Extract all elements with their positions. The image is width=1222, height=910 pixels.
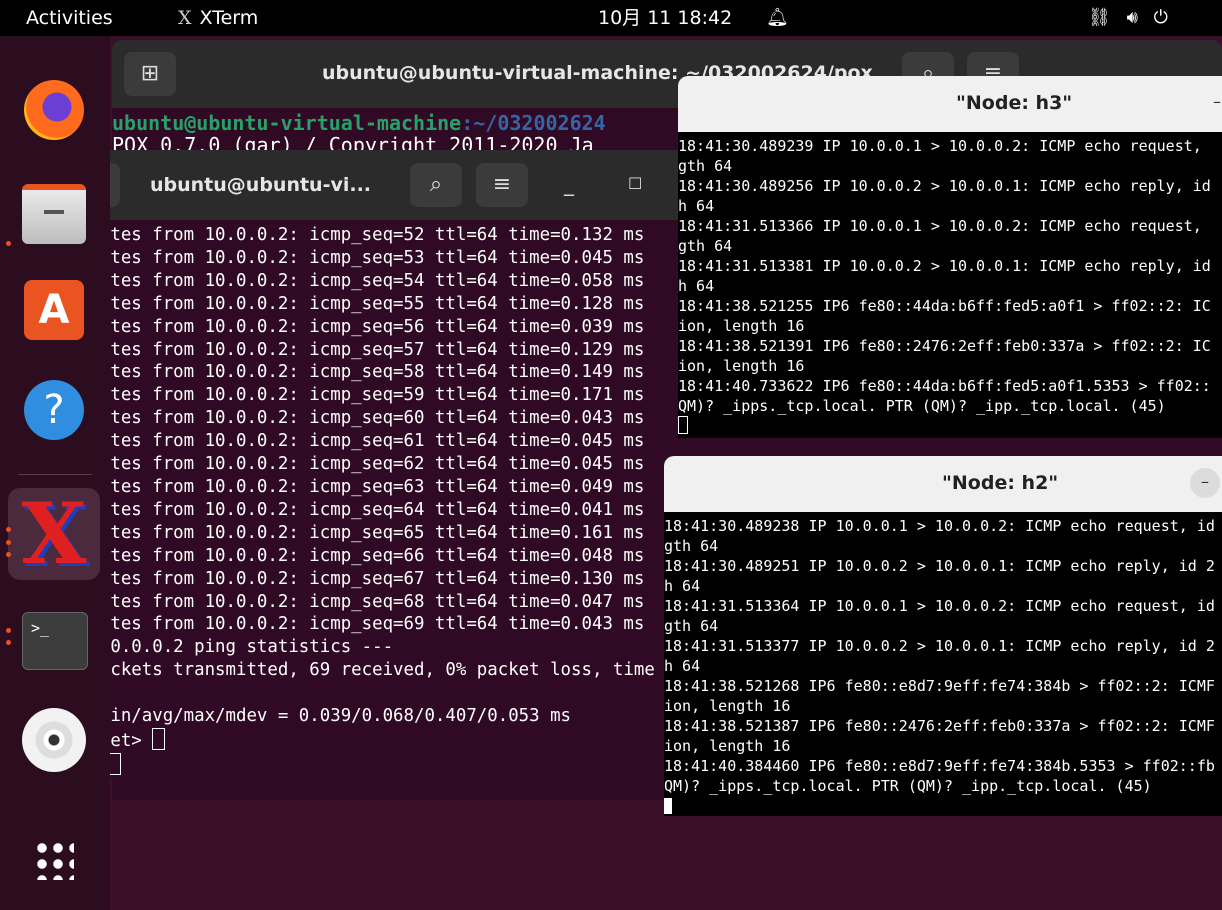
output-line: 64 bytes from 10.0.0.2: icmp_seq=58 ttl=… [58, 362, 645, 383]
terminal-output: 18:41:30.489238 IP 10.0.0.1 > 10.0.0.2: … [664, 516, 1215, 816]
output-line: 64 bytes from 10.0.0.2: icmp_seq=57 ttl=… [58, 339, 645, 360]
output-line: ion, length 16 [664, 697, 791, 715]
maximize-button[interactable]: ☐ [628, 174, 642, 193]
output-line: ion, length 16 [678, 317, 805, 335]
dock: A ? X >_ [0, 36, 110, 910]
output-line: 64 bytes from 10.0.0.2: icmp_seq=54 ttl=… [58, 270, 645, 291]
output-line: h 64 [664, 577, 701, 595]
notification-icon[interactable]: 🔔︎ [766, 0, 789, 36]
prompt-user: ubuntu@ubuntu-virtual-machine [112, 111, 462, 135]
output-line: 64 bytes from 10.0.0.2: icmp_seq=59 ttl=… [58, 385, 645, 406]
output-line: 18:41:38.521268 IP6 fe80::e8d7:9eff:fe74… [664, 677, 1215, 695]
dock-separator [18, 474, 92, 475]
output-line: ion, length 16 [664, 737, 791, 755]
xterm-window-h2[interactable]: "Node: h2" – 18:41:30.489238 IP 10.0.0.1… [664, 456, 1222, 816]
menu-button[interactable]: ≡ [476, 163, 528, 207]
cursor [678, 416, 688, 434]
output-line: 64 bytes from 10.0.0.2: icmp_seq=61 ttl=… [58, 431, 645, 452]
output-line: 64 bytes from 10.0.0.2: icmp_seq=53 ttl=… [58, 247, 645, 268]
top-bar: Activities X XTerm 10月 11 18:42 🔔︎ ⛓︎ 🔊︎ … [0, 0, 1222, 36]
running-indicator [6, 540, 11, 545]
window-title: ubuntu@ubuntu-vi... [150, 174, 372, 196]
dvd-icon[interactable] [20, 706, 88, 774]
clock[interactable]: 10月 11 18:42 [598, 0, 732, 36]
window-header[interactable]: ⊞ ubuntu@ubuntu-vi... ⌕ ≡ _ ☐ [58, 150, 778, 220]
output-line: 18:41:31.513364 IP 10.0.0.1 > 10.0.0.2: … [664, 597, 1215, 615]
new-tab-button[interactable]: ⊞ [124, 52, 176, 96]
app-menu[interactable]: X XTerm [178, 0, 258, 36]
help-icon[interactable]: ? [20, 376, 88, 444]
output-line: ion, length 16 [678, 357, 805, 375]
xterm-dock-icon[interactable]: X [8, 488, 100, 580]
window-header[interactable]: "Node: h2" – [664, 456, 1222, 512]
window-title: "Node: h2" [942, 472, 1059, 494]
firefox-icon[interactable] [20, 76, 88, 144]
cursor [664, 798, 672, 814]
terminal-output: 18:41:30.489239 IP 10.0.0.1 > 10.0.0.2: … [678, 136, 1211, 436]
output-line: 18:41:38.521387 IP6 fe80::2476:2eff:feb0… [664, 717, 1215, 735]
minimize-button[interactable]: _ [564, 172, 574, 196]
ping-stats-rtt: rtt min/avg/max/mdev = 0.039/0.068/0.407… [58, 706, 572, 727]
output-line: 18:41:40.384460 IP6 fe80::e8d7:9eff:fe74… [664, 757, 1215, 775]
power-icon: ⏻ [1153, 7, 1168, 28]
window-header[interactable]: "Node: h3" – [678, 76, 1222, 132]
output-line: QM)? _ipps._tcp.local. PTR (QM)? _ipp._t… [678, 397, 1166, 415]
running-indicator [6, 241, 11, 246]
software-store-icon[interactable]: A [20, 276, 88, 344]
network-icon: ⛓︎ [1088, 7, 1111, 28]
app-name: XTerm [199, 7, 259, 29]
running-indicator [6, 527, 11, 532]
cursor [152, 727, 166, 750]
activities-button[interactable]: Activities [26, 0, 113, 36]
minimize-button[interactable]: – [1202, 88, 1222, 118]
xterm-app-icon: X [178, 7, 192, 29]
terminal-icon[interactable]: >_ [20, 608, 88, 676]
output-line: 18:41:38.521255 IP6 fe80::44da:b6ff:fed5… [678, 297, 1211, 315]
output-line: 64 bytes from 10.0.0.2: icmp_seq=60 ttl=… [58, 408, 645, 429]
output-line: 18:41:38.521391 IP6 fe80::2476:2eff:feb0… [678, 337, 1211, 355]
output-line: 64 bytes from 10.0.0.2: icmp_seq=56 ttl=… [58, 316, 645, 337]
running-indicator [6, 640, 11, 645]
system-status-menu[interactable]: ⛓︎ 🔊︎ ⏻ [1088, 0, 1168, 36]
output-line: 64 bytes from 10.0.0.2: icmp_seq=55 ttl=… [58, 293, 645, 314]
output-line: gth 64 [678, 157, 733, 175]
ping-stats-packets: 69 packets transmitted, 69 received, 0% … [58, 660, 655, 681]
show-apps-icon[interactable] [20, 826, 88, 894]
output-line: 18:41:31.513366 IP 10.0.0.1 > 10.0.0.2: … [678, 217, 1202, 235]
minimize-button[interactable]: – [1190, 468, 1220, 498]
output-line: 18:41:40.733622 IP6 fe80::44da:b6ff:fed5… [678, 377, 1211, 395]
output-line: QM)? _ipps._tcp.local. PTR (QM)? _ipp._t… [664, 777, 1152, 795]
output-line: h 64 [664, 657, 701, 675]
output-line: 18:41:30.489239 IP 10.0.0.1 > 10.0.0.2: … [678, 137, 1202, 155]
output-line: 18:41:30.489238 IP 10.0.0.1 > 10.0.0.2: … [664, 517, 1215, 535]
output-line: gth 64 [678, 237, 733, 255]
output-line: gth 64 [664, 537, 719, 555]
output-line: h 64 [678, 197, 715, 215]
output-line: 18:41:31.513381 IP 10.0.0.2 > 10.0.0.1: … [678, 257, 1211, 275]
output-line: 18:41:31.513377 IP 10.0.0.2 > 10.0.0.1: … [664, 637, 1215, 655]
search-button[interactable]: ⌕ [410, 163, 462, 207]
output-line: 18:41:30.489256 IP 10.0.0.2 > 10.0.0.1: … [678, 177, 1211, 195]
running-indicator [6, 552, 11, 557]
output-line: gth 64 [664, 617, 719, 635]
output-line: h 64 [678, 277, 715, 295]
window-title: "Node: h3" [956, 92, 1073, 114]
files-icon[interactable] [20, 176, 88, 244]
running-indicator [6, 628, 11, 633]
volume-icon: 🔊︎ [1126, 7, 1138, 28]
prompt-path: :~/032002624 [461, 111, 606, 135]
output-line: 18:41:30.489251 IP 10.0.0.2 > 10.0.0.1: … [664, 557, 1215, 575]
xterm-window-h3[interactable]: "Node: h3" – 18:41:30.489239 IP 10.0.0.1… [678, 76, 1222, 438]
output-line: 64 bytes from 10.0.0.2: icmp_seq=52 ttl=… [58, 225, 645, 245]
